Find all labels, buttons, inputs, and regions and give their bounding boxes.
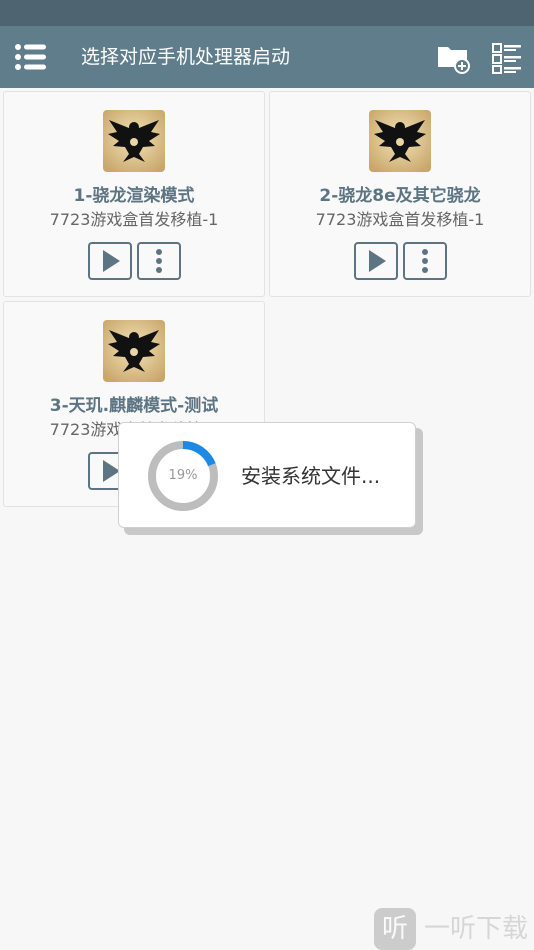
progress-percent: 19% — [168, 468, 198, 483]
more-vertical-icon — [422, 249, 428, 273]
list-view-icon — [492, 43, 521, 74]
play-button[interactable] — [88, 242, 132, 280]
more-options-button[interactable] — [403, 242, 447, 280]
more-options-button[interactable] — [137, 242, 181, 280]
launcher-card-2[interactable]: 2-骁龙8e及其它骁龙 7723游戏盒首发移植-1 — [269, 91, 531, 297]
launcher-card-1[interactable]: 1-骁龙渲染模式 7723游戏盒首发移植-1 — [3, 91, 265, 297]
watermark-text: 一听下载 — [424, 914, 529, 944]
menu-button[interactable] — [14, 43, 48, 71]
card-title: 3-天玑.麒麟模式-测试 — [49, 396, 219, 416]
folder-add-icon — [438, 47, 470, 74]
play-icon — [369, 250, 386, 272]
card-title: 2-骁龙8e及其它骁龙 — [319, 186, 481, 206]
eagle-emblem-icon — [369, 110, 431, 172]
card-subtitle: 7723游戏盒首发移植-1 — [49, 210, 219, 229]
menu-list-icon — [15, 44, 46, 70]
card-title: 1-骁龙渲染模式 — [73, 186, 195, 206]
dialog-message: 安装系统文件... — [241, 464, 381, 488]
list-view-button[interactable] — [491, 42, 523, 74]
page-title: 选择对应手机处理器启动 — [81, 46, 291, 68]
app-bar: 选择对应手机处理器启动 — [0, 26, 534, 88]
play-icon — [103, 250, 120, 272]
eagle-emblem-icon — [103, 110, 165, 172]
watermark: 听 一听下载 — [374, 906, 534, 950]
watermark-logo: 听 — [374, 908, 416, 950]
add-folder-button[interactable] — [437, 42, 471, 74]
eagle-emblem-icon — [103, 320, 165, 382]
progress-dialog: 19% 安装系统文件... — [118, 422, 416, 528]
card-subtitle: 7723游戏盒首发移植-1 — [315, 210, 485, 229]
more-vertical-icon — [156, 249, 162, 273]
play-button[interactable] — [354, 242, 398, 280]
status-bar — [0, 0, 534, 26]
